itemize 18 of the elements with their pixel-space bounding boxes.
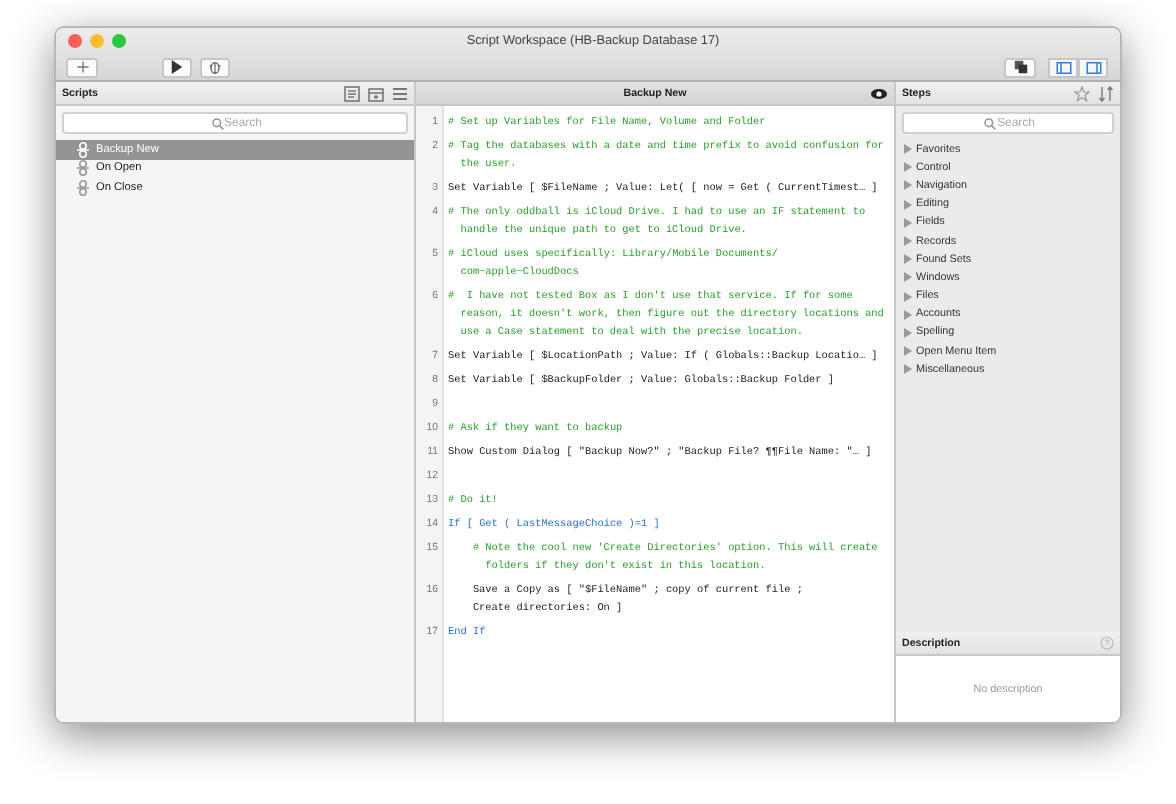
- menu-icon[interactable]: [392, 85, 408, 101]
- new-script-button[interactable]: [66, 57, 98, 77]
- copy-button[interactable]: [1004, 57, 1036, 77]
- bug-icon: [208, 60, 222, 74]
- sidebar-icon: [1055, 61, 1071, 73]
- right-pane-toggle[interactable]: [1078, 57, 1108, 77]
- copy-icon: [1013, 60, 1027, 74]
- eye-icon[interactable]: [870, 88, 888, 100]
- debug-button[interactable]: [200, 57, 230, 77]
- star-icon[interactable]: [1074, 85, 1090, 101]
- sidebar-icon: [1085, 61, 1101, 73]
- close-button[interactable]: [68, 34, 82, 48]
- list-icon[interactable]: [344, 85, 360, 101]
- play-icon: [170, 60, 184, 74]
- left-pane-toggle[interactable]: [1048, 57, 1078, 77]
- plus-icon: [75, 60, 89, 74]
- sort-icon[interactable]: [1098, 85, 1114, 101]
- run-script-button[interactable]: [162, 57, 192, 77]
